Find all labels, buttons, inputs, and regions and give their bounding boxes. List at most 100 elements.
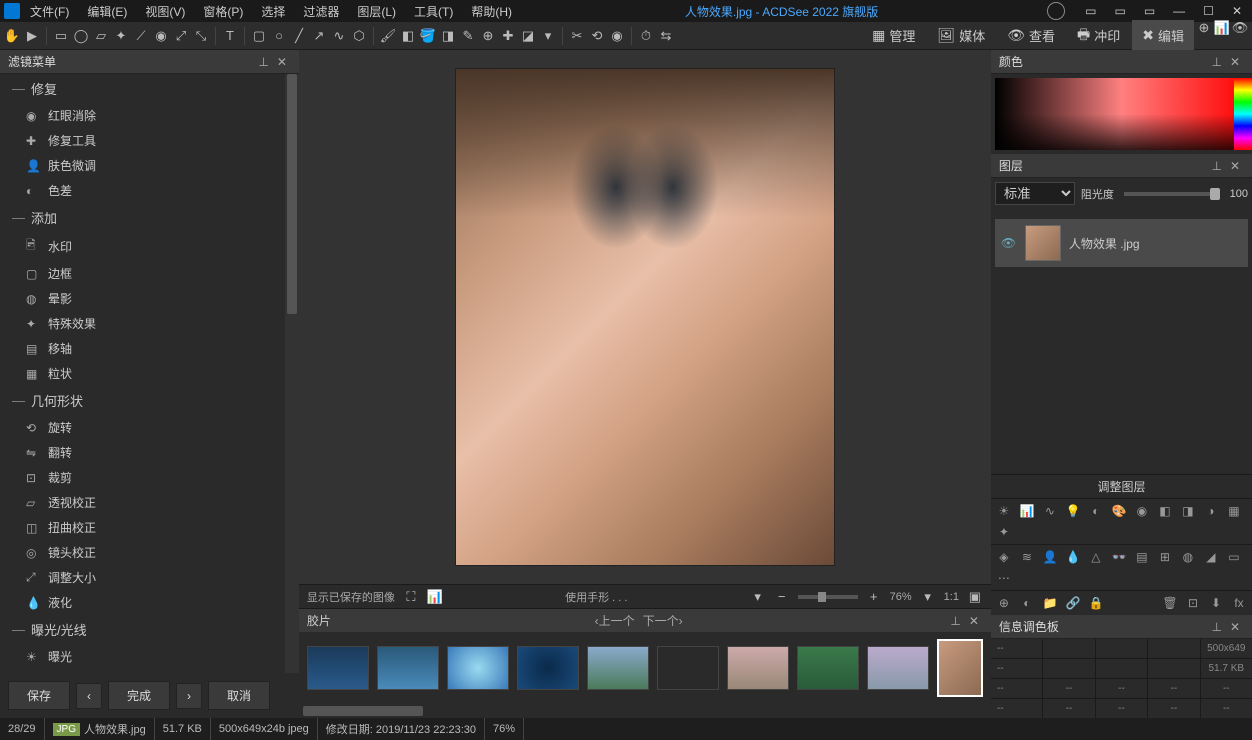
adj-border-icon[interactable]: ▭ [1225, 549, 1243, 565]
section-exposure[interactable]: —曝光/光线 [0, 615, 285, 644]
redeye-icon[interactable]: ◉ [609, 28, 625, 44]
mode-view[interactable]: 👁查看 [997, 20, 1065, 52]
blend-mode-select[interactable]: 标准 [995, 182, 1075, 205]
history-icon[interactable]: ⏱ [638, 28, 654, 44]
adj-color-icon[interactable]: 🎨 [1110, 503, 1128, 519]
close-icon[interactable]: ✕ [273, 55, 291, 69]
heal-icon[interactable]: ✚ [500, 28, 516, 44]
adj-levels-icon[interactable]: 📊 [1018, 503, 1036, 519]
pin-icon[interactable]: ⊥ [1207, 159, 1225, 173]
hand-tool-icon[interactable]: ✋ [4, 28, 20, 44]
layout-1-icon[interactable]: ▭ [1079, 4, 1102, 18]
group-icon[interactable]: 📁 [1041, 595, 1059, 611]
merge-icon[interactable]: ⬇ [1207, 595, 1225, 611]
duplicate-icon[interactable]: ⊡ [1184, 595, 1202, 611]
zoom-menu-icon[interactable]: ▾ [920, 589, 936, 605]
thumb-4[interactable] [517, 646, 579, 690]
thumb-8[interactable] [797, 646, 859, 690]
layout-3-icon[interactable]: ▭ [1138, 4, 1161, 18]
link-icon[interactable]: 🔗 [1064, 595, 1082, 611]
quick-select-icon[interactable]: ◉ [153, 28, 169, 44]
adj-channel-icon[interactable]: ▦ [1225, 503, 1243, 519]
close-icon[interactable]: ✕ [1226, 159, 1244, 173]
adj-clarity-icon[interactable]: ◈ [995, 549, 1013, 565]
adj-wb-icon[interactable]: ◐ [1087, 503, 1105, 519]
adj-bw-icon[interactable]: ◑ [1202, 503, 1220, 519]
thumb-selected[interactable] [937, 639, 983, 697]
crop-icon[interactable]: ✂ [569, 28, 585, 44]
clone-icon[interactable]: ⊕ [480, 28, 496, 44]
visibility-icon[interactable]: 👁 [1001, 236, 1017, 250]
pin-icon[interactable]: ⊥ [1207, 620, 1225, 634]
adj-exposure-icon[interactable]: ☀ [995, 503, 1013, 519]
thumb-1[interactable] [307, 646, 369, 690]
thumb-6[interactable] [657, 646, 719, 690]
adj-skin-icon[interactable]: 👤 [1041, 549, 1059, 565]
arrow-shape-icon[interactable]: ↗ [311, 28, 327, 44]
left-scrollbar[interactable] [285, 74, 299, 673]
item-crop[interactable]: ⊡裁剪 [0, 465, 285, 490]
polygon-icon[interactable]: ▱ [93, 28, 109, 44]
adj-light-icon[interactable]: 💡 [1064, 503, 1082, 519]
color-picker[interactable] [995, 78, 1248, 150]
item-redeye[interactable]: ◉红眼消除 [0, 103, 285, 128]
item-distort[interactable]: ◫扭曲校正 [0, 515, 285, 540]
text-tool-icon[interactable]: T [222, 28, 238, 44]
item-vignette[interactable]: ◍晕影 [0, 286, 285, 311]
next-button[interactable]: › [176, 683, 202, 709]
new-layer-icon[interactable]: ⊕ [995, 595, 1013, 611]
extra-2-icon[interactable]: 📊 [1214, 20, 1230, 36]
adj-drop-icon[interactable]: 💧 [1064, 549, 1082, 565]
eyedropper-icon[interactable]: ✎ [460, 28, 476, 44]
save-button[interactable]: 保存 [8, 681, 70, 710]
zoom-in-icon[interactable]: + [866, 589, 882, 605]
item-exposure[interactable]: ☀曝光 [0, 644, 285, 669]
adj-gradient-icon[interactable]: ◢ [1202, 549, 1220, 565]
adj-tone-icon[interactable]: ◧ [1156, 503, 1174, 519]
eraser-icon[interactable]: ◧ [400, 28, 416, 44]
extra-1-icon[interactable]: ⊕ [1196, 20, 1212, 36]
pin-icon[interactable]: ⊥ [1207, 55, 1225, 69]
item-resize[interactable]: ⤢调整大小 [0, 565, 285, 590]
adj-more-icon[interactable]: ⋯ [995, 570, 1013, 586]
adj-hsl-icon[interactable]: ◉ [1133, 503, 1151, 519]
fit-icon[interactable]: ▣ [967, 589, 983, 605]
item-border[interactable]: ▢边框 [0, 261, 285, 286]
extra-3-icon[interactable]: 👁 [1232, 20, 1248, 36]
ratio-label[interactable]: 1:1 [944, 591, 959, 603]
compare-icon[interactable]: ⇆ [658, 28, 674, 44]
gradient-icon[interactable]: ◨ [440, 28, 456, 44]
menu-layer[interactable]: 图层(L) [353, 1, 400, 22]
item-effects[interactable]: ✦特殊效果 [0, 311, 285, 336]
prev-button[interactable]: ‹ [76, 683, 102, 709]
ellipse-shape-icon[interactable]: ○ [271, 28, 287, 44]
curve-shape-icon[interactable]: ∿ [331, 28, 347, 44]
item-tiltshift[interactable]: ▤移轴 [0, 336, 285, 361]
item-grain[interactable]: ▦粒状 [0, 361, 285, 386]
item-chroma[interactable]: ◐色差 [0, 178, 285, 203]
adj-glasses-icon[interactable]: 👓 [1110, 549, 1128, 565]
item-flip[interactable]: ⇋翻转 [0, 440, 285, 465]
adj-vignette-icon[interactable]: ◍ [1179, 549, 1197, 565]
menu-tools[interactable]: 工具(T) [410, 1, 457, 22]
mask-icon[interactable]: ◐ [1018, 595, 1036, 611]
menu-filter[interactable]: 过滤器 [299, 1, 343, 22]
filmstrip-prev[interactable]: ‹上一个 [591, 612, 639, 629]
adj-split-icon[interactable]: ◨ [1179, 503, 1197, 519]
dropdown-icon[interactable]: ▾ [540, 28, 556, 44]
section-geometry[interactable]: —几何形状 [0, 386, 285, 415]
adj-dehaze-icon[interactable]: ≋ [1018, 549, 1036, 565]
fullscreen-icon[interactable]: ⛶ [403, 589, 419, 605]
item-repair[interactable]: ✚修复工具 [0, 128, 285, 153]
item-rotate[interactable]: ⟲旋转 [0, 415, 285, 440]
pin-icon[interactable]: ⊥ [254, 55, 272, 69]
close-icon[interactable]: ✕ [1226, 620, 1244, 634]
minimize-button[interactable]: — [1167, 4, 1191, 18]
filmstrip-pin-icon[interactable]: ⊥ [946, 614, 964, 628]
thumb-9[interactable] [867, 646, 929, 690]
zoom-slider[interactable] [798, 595, 858, 599]
menu-file[interactable]: 文件(F) [26, 1, 73, 22]
rect-shape-icon[interactable]: ▢ [251, 28, 267, 44]
adj-sharpen-icon[interactable]: △ [1087, 549, 1105, 565]
menu-select[interactable]: 选择 [257, 1, 289, 22]
